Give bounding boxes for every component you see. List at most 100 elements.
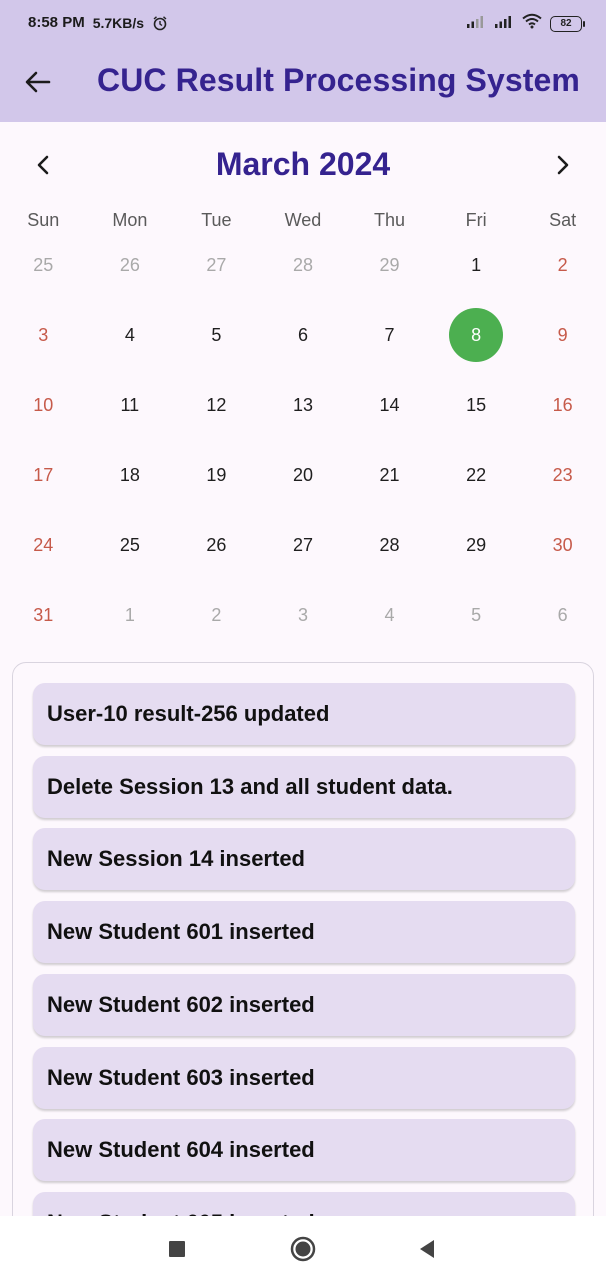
calendar-day-number: 27	[292, 534, 313, 555]
calendar-day-number: 7	[384, 324, 395, 345]
calendar-day-number: 8	[449, 308, 504, 362]
calendar-day-number: 29	[466, 534, 487, 555]
calendar-day[interactable]: 4	[87, 300, 174, 370]
calendar-day-number: 14	[379, 394, 400, 415]
calendar-day-selected[interactable]: 8	[433, 300, 520, 370]
calendar-day[interactable]: 2	[173, 580, 260, 650]
calendar-day[interactable]: 11	[87, 370, 174, 440]
calendar-day[interactable]: 16	[519, 370, 606, 440]
calendar-week-row: 3 4 5 6 7 8 9	[0, 300, 606, 370]
calendar-day[interactable]: 20	[260, 440, 347, 510]
calendar-day-number: 18	[119, 464, 140, 485]
calendar-day[interactable]: 25	[0, 230, 87, 300]
log-item[interactable]: New Student 603 inserted	[33, 1046, 575, 1109]
calendar-day[interactable]: 4	[346, 580, 433, 650]
network-speed: 5.7KB/s	[92, 14, 145, 31]
calendar-week-row: 24 25 26 27 28 29 30	[0, 510, 606, 580]
activity-log-card[interactable]: User-10 result-256 updated Delete Session…	[12, 662, 594, 1232]
circle-home-icon	[290, 1236, 316, 1262]
log-item[interactable]: New Student 602 inserted	[33, 973, 575, 1036]
calendar-week-row: 10 11 12 13 14 15 16	[0, 370, 606, 440]
calendar-day[interactable]: 9	[519, 300, 606, 370]
chevron-right-icon	[557, 155, 569, 175]
calendar-day[interactable]: 2	[519, 230, 606, 300]
calendar-day-number: 20	[292, 464, 313, 485]
calendar-day-number: 9	[557, 324, 568, 345]
calendar-day[interactable]: 17	[0, 440, 87, 510]
calendar-day[interactable]: 25	[87, 510, 174, 580]
calendar-day-number: 26	[206, 534, 227, 555]
calendar-day-number: 19	[206, 464, 227, 485]
calendar-day-number: 23	[552, 464, 573, 485]
calendar-day[interactable]: 30	[519, 510, 606, 580]
home-button[interactable]	[288, 1234, 318, 1264]
calendar-day-number: 31	[33, 604, 54, 625]
calendar-day[interactable]: 5	[433, 580, 520, 650]
calendar-day[interactable]: 28	[260, 230, 347, 300]
calendar-day-number: 3	[297, 604, 308, 625]
calendar-day-number: 13	[292, 394, 313, 415]
calendar-day-number: 29	[379, 254, 400, 275]
log-item[interactable]: New Session 14 inserted	[33, 828, 575, 891]
calendar-day-number: 15	[466, 394, 487, 415]
calendar-day-number: 26	[119, 254, 140, 275]
signal-bars-icon	[466, 14, 486, 33]
calendar-day[interactable]: 1	[433, 230, 520, 300]
calendar-day[interactable]: 29	[433, 510, 520, 580]
calendar-header: March 2024	[0, 142, 606, 186]
calendar-day[interactable]: 10	[0, 370, 87, 440]
month-title: March 2024	[215, 146, 391, 182]
system-back-button[interactable]	[412, 1234, 442, 1264]
calendar-day[interactable]: 27	[173, 230, 260, 300]
log-item[interactable]: User-10 result-256 updated	[33, 683, 575, 745]
calendar-day[interactable]: 12	[173, 370, 260, 440]
recents-button[interactable]	[162, 1234, 192, 1264]
calendar-day[interactable]: 14	[346, 370, 433, 440]
status-right: 82	[466, 13, 585, 34]
calendar-day[interactable]: 1	[87, 580, 174, 650]
calendar-day[interactable]: 22	[433, 440, 520, 510]
calendar-day[interactable]: 29	[346, 230, 433, 300]
calendar-day[interactable]: 31	[0, 580, 87, 650]
status-bar: 8:58 PM 5.7KB/s 82	[0, 0, 606, 46]
calendar-day[interactable]: 15	[433, 370, 520, 440]
signal-bars-icon	[494, 14, 514, 33]
calendar-day[interactable]: 26	[87, 230, 174, 300]
calendar-day-number: 2	[557, 254, 568, 275]
calendar-week-row: 25 26 27 28 29 1 2	[0, 230, 606, 300]
calendar-day[interactable]: 13	[260, 370, 347, 440]
app-title: CUC Result Processing System	[97, 62, 580, 98]
next-month-button[interactable]	[548, 150, 578, 180]
calendar-day[interactable]: 6	[519, 580, 606, 650]
calendar-day-number: 4	[384, 604, 395, 625]
calendar-day[interactable]: 23	[519, 440, 606, 510]
calendar-day[interactable]: 5	[173, 300, 260, 370]
calendar-day-number: 25	[33, 254, 54, 275]
calendar-day-number: 27	[206, 254, 227, 275]
calendar-day-number: 6	[557, 604, 568, 625]
wifi-icon	[522, 13, 542, 34]
calendar-day[interactable]: 26	[173, 510, 260, 580]
calendar-day-number: 10	[33, 394, 54, 415]
calendar-day-number: 25	[119, 534, 140, 555]
calendar-day[interactable]: 24	[0, 510, 87, 580]
calendar-day[interactable]: 6	[260, 300, 347, 370]
calendar-day-number: 1	[124, 604, 135, 625]
calendar-day-number: 28	[379, 534, 400, 555]
calendar-day[interactable]: 21	[346, 440, 433, 510]
back-button[interactable]	[20, 64, 56, 100]
header-area: 8:58 PM 5.7KB/s 82 CUC Result Processing…	[0, 0, 606, 122]
calendar-day-number: 30	[552, 534, 573, 555]
calendar-day[interactable]: 27	[260, 510, 347, 580]
calendar-day[interactable]: 18	[87, 440, 174, 510]
calendar-day[interactable]: 19	[173, 440, 260, 510]
log-item[interactable]: Delete Session 13 and all student data.	[33, 755, 575, 818]
calendar-day-number: 12	[206, 394, 227, 415]
calendar-day[interactable]: 7	[346, 300, 433, 370]
calendar-day-number: 17	[33, 464, 54, 485]
calendar-day[interactable]: 28	[346, 510, 433, 580]
log-item[interactable]: New Student 601 inserted	[33, 901, 575, 964]
calendar-day[interactable]: 3	[260, 580, 347, 650]
log-item[interactable]: New Student 604 inserted	[33, 1119, 575, 1182]
calendar-day[interactable]: 3	[0, 300, 87, 370]
